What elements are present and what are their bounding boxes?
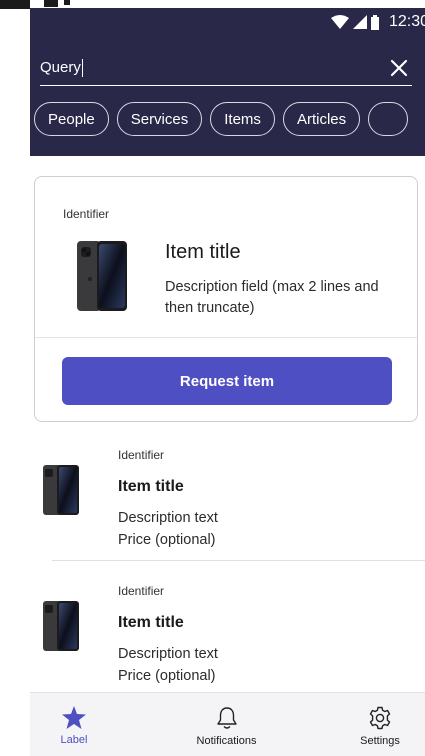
nav-item-settings[interactable]: Settings xyxy=(335,693,425,756)
chip-articles[interactable]: Articles xyxy=(282,102,361,136)
chip-more[interactable] xyxy=(368,102,409,136)
battery-icon xyxy=(370,14,379,30)
status-time: 12:30 xyxy=(388,13,425,30)
phone-thumbnail xyxy=(43,465,79,515)
bell-icon xyxy=(216,707,237,729)
item-title: Item title xyxy=(118,614,184,631)
clear-search-button[interactable] xyxy=(386,55,412,81)
nav-label: Notifications xyxy=(196,735,257,747)
item-price: Price (optional) xyxy=(118,668,216,684)
list-item[interactable]: Identifier Item title Description text P… xyxy=(30,436,425,570)
item-description: Description text xyxy=(118,646,218,662)
star-icon xyxy=(62,706,86,729)
filter-chips: People Services Items Articles xyxy=(34,102,409,136)
nav-item-label[interactable]: Label xyxy=(30,693,118,756)
featured-item-card[interactable]: Identifier Item title Description field … xyxy=(34,176,418,422)
gear-icon xyxy=(369,706,391,730)
list-item[interactable]: Identifier Item title Description text P… xyxy=(30,574,425,692)
nav-label: Label xyxy=(60,734,88,746)
close-icon xyxy=(390,59,408,76)
wifi-icon xyxy=(330,15,349,29)
item-title: Item title xyxy=(118,478,184,495)
search-field[interactable]: Query xyxy=(40,50,412,86)
card-title: Item title xyxy=(165,241,241,263)
text-caret xyxy=(81,58,83,77)
app-header: Query People Services Items Articles xyxy=(30,36,425,156)
nav-item-notifications[interactable]: Notifications xyxy=(167,693,287,756)
item-identifier: Identifier xyxy=(118,584,165,598)
card-divider xyxy=(35,337,417,338)
card-identifier: Identifier xyxy=(63,207,110,221)
status-bar: 12:30 xyxy=(30,8,425,36)
card-description: Description field (max 2 lines and then … xyxy=(165,279,379,316)
signal-icon xyxy=(352,15,367,29)
bottom-navigation: Label Notifications Settings xyxy=(30,692,425,756)
chip-items[interactable]: Items xyxy=(210,102,275,136)
request-item-button[interactable]: Request item xyxy=(62,357,392,405)
list-divider xyxy=(52,560,425,561)
phone-thumbnail xyxy=(43,601,79,651)
phone-image xyxy=(77,241,127,311)
item-price: Price (optional) xyxy=(118,532,216,548)
search-input[interactable]: Query xyxy=(40,59,81,76)
item-identifier: Identifier xyxy=(118,448,165,462)
results-list[interactable]: Identifier Item title Description field … xyxy=(30,156,425,692)
nav-label: Settings xyxy=(360,735,400,747)
item-description: Description text xyxy=(118,510,218,526)
chip-people[interactable]: People xyxy=(34,102,109,136)
chip-services[interactable]: Services xyxy=(116,102,203,136)
